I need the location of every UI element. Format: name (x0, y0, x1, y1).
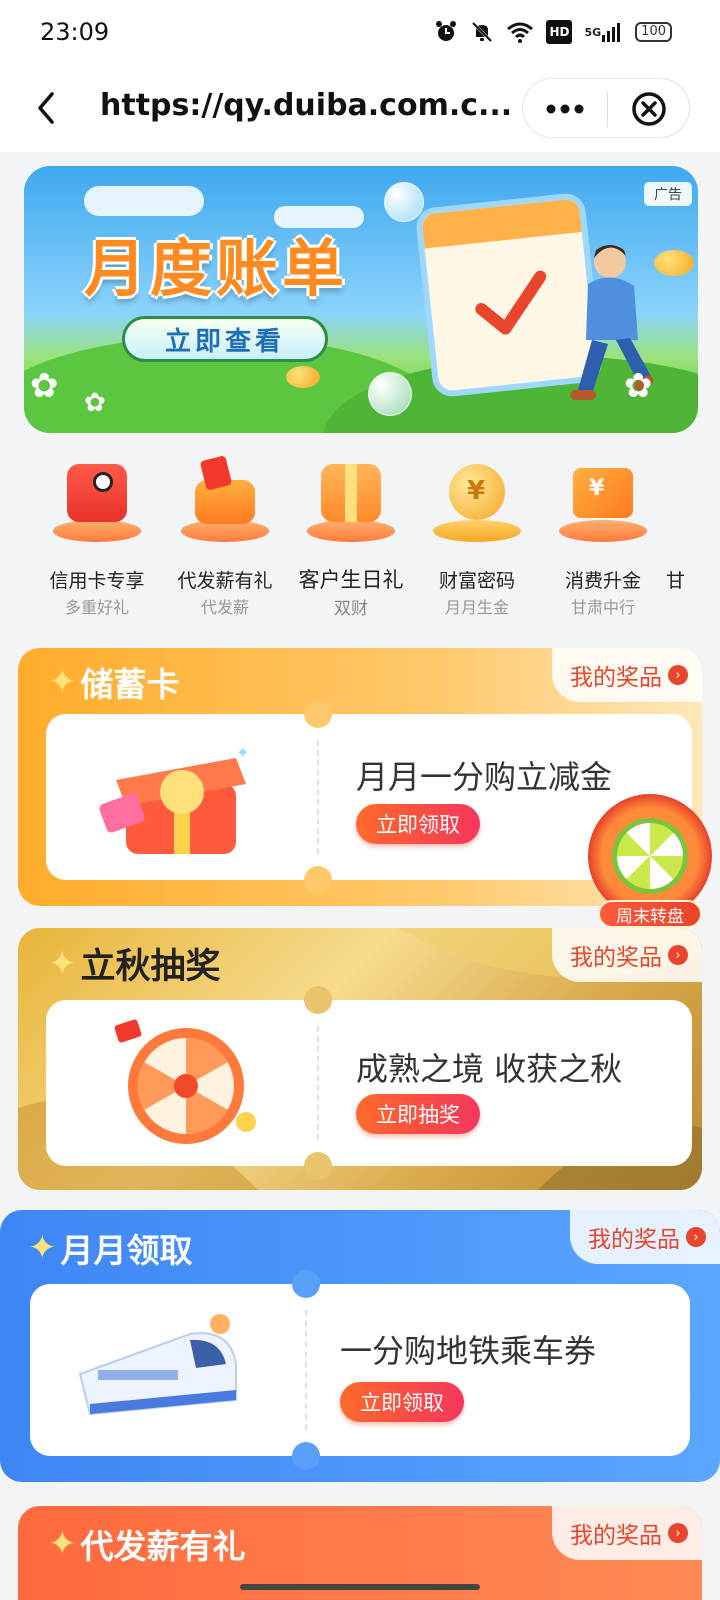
more-button[interactable] (523, 79, 607, 139)
section-title: ✦ 月月领取 (28, 1224, 193, 1272)
category-credit-card[interactable]: 信用卡专享 多重好礼 (34, 452, 160, 620)
chevron-left-icon (38, 92, 54, 124)
metro-ticket[interactable]: 一分购地铁乘车券 立即领取 (30, 1270, 690, 1470)
offer-text: 成熟之境 收获之秋 (356, 1050, 623, 1088)
claim-now-button[interactable]: 立即领取 (340, 1382, 464, 1422)
status-time: 23:09 (40, 18, 110, 46)
view-now-button[interactable]: 立即查看 (122, 316, 328, 362)
flower-decoration: ✿ (30, 366, 59, 406)
ad-badge: 广告 (644, 182, 692, 206)
prize-wheel-illustration (114, 1019, 256, 1144)
chevron-right-icon: › (668, 945, 688, 965)
browser-bar: https://qy.duiba.com.c... (0, 64, 720, 152)
flower-decoration: ✿ (624, 366, 653, 406)
bubble-decoration (384, 182, 424, 222)
weekend-wheel-float[interactable]: 周末转盘 (588, 794, 712, 928)
category-wealth[interactable]: ¥ 财富密码 月月生金 (414, 452, 540, 620)
category-partial[interactable]: 甘 (666, 452, 720, 620)
offer-text: 一分购地铁乘车券 (340, 1332, 597, 1370)
banner-title: 月度账单 (84, 232, 349, 305)
draw-now-button[interactable]: 立即抽奖 (356, 1094, 480, 1134)
sparkle-icon: ✦ (48, 1524, 77, 1564)
category-birthday[interactable]: 客户生日礼 双财 (288, 452, 414, 620)
section-title-text: 立秋抽奖 (80, 947, 221, 987)
my-prizes-label: 我的奖品 (570, 945, 662, 971)
autumn-lottery-section: ✦ 立秋抽奖 我的奖品 › 成熟之境 收获之秋 立即抽奖 (18, 928, 702, 1190)
mini-program-capsule (522, 78, 690, 138)
close-button[interactable] (607, 79, 691, 139)
flower-decoration: ✿ (84, 388, 106, 418)
open-gift-icon (181, 455, 269, 546)
weekend-wheel-label: 周末转盘 (598, 900, 702, 928)
cloud-decoration (84, 186, 204, 216)
section-title: ✦ 代发薪有礼 (48, 1520, 246, 1568)
wifi-icon (506, 20, 534, 44)
birthday-gift-icon (307, 458, 395, 546)
chevron-right-icon: › (686, 1227, 706, 1247)
coin-decoration (654, 250, 694, 276)
my-prizes-label: 我的奖品 (570, 1523, 662, 1549)
network-label: 5G (584, 25, 602, 39)
section-title: ✦ 立秋抽奖 (48, 938, 221, 989)
lottery-ticket[interactable]: 成熟之境 收获之秋 立即抽奖 (46, 986, 692, 1180)
svg-text:✦: ✦ (236, 743, 249, 762)
status-bar: 23:09 HD 5G 100 (0, 0, 720, 64)
chevron-right-icon: › (668, 1523, 688, 1543)
train-illustration (78, 1314, 237, 1416)
monthly-bill-banner[interactable]: 月度账单 立即查看 ✿ ✿ ✿ 广告 (24, 166, 698, 433)
card-coin-icon: ¥ (559, 458, 647, 546)
gold-coin-icon: ¥ (433, 458, 521, 546)
url-text[interactable]: https://qy.duiba.com.c... (100, 88, 512, 123)
category-consumption[interactable]: ¥ 消费升金 甘肃中行 (540, 452, 666, 620)
section-title: ✦ 储蓄卡 (48, 658, 180, 706)
section-title-text: 储蓄卡 (80, 665, 180, 704)
category-label: 消费升金 (564, 570, 641, 592)
my-prizes-link[interactable]: 我的奖品 › (552, 928, 702, 982)
claim-now-button[interactable]: 立即领取 (356, 804, 480, 844)
close-circle-icon (632, 92, 666, 126)
my-prizes-label: 我的奖品 (588, 1227, 680, 1253)
category-sub: 甘肃中行 (570, 598, 635, 617)
section-title-text: 代发薪有礼 (80, 1527, 246, 1566)
alarm-icon (434, 20, 458, 44)
category-label: 代发薪有礼 (177, 570, 273, 592)
more-dots-icon (546, 104, 584, 114)
gift-box-icon (53, 458, 141, 546)
my-prizes-link[interactable]: 我的奖品 › (570, 1210, 720, 1264)
category-sub: 多重好礼 (64, 598, 129, 617)
category-label: 甘 (666, 570, 686, 592)
coin-decoration (286, 366, 320, 388)
my-prizes-link[interactable]: 我的奖品 › (552, 1506, 702, 1560)
category-sub: 双财 (334, 599, 368, 619)
my-prizes-label: 我的奖品 (570, 665, 662, 691)
back-button[interactable] (24, 84, 72, 132)
offer-text: 月月一分购立减金 (356, 758, 613, 796)
hd-icon: HD (546, 20, 573, 44)
battery-icon: 100 (635, 22, 672, 42)
category-row: 信用卡专享 多重好礼 代发薪有礼 代发薪 客户生日礼 双财 ¥ 财富密码 月月生… (34, 452, 720, 620)
gift-box-illustration: ✦ (99, 743, 249, 854)
sparkle-icon: ✦ (48, 662, 77, 702)
home-indicator[interactable] (240, 1584, 480, 1590)
bubble-decoration (368, 372, 412, 416)
category-sub: 代发薪 (200, 598, 249, 617)
sparkle-icon: ✦ (48, 943, 77, 984)
signal-5g-icon: 5G (584, 20, 623, 44)
section-title-text: 月月领取 (60, 1231, 193, 1270)
category-sub: 月月生金 (444, 598, 509, 617)
category-label: 财富密码 (438, 570, 515, 592)
mute-icon (470, 20, 494, 44)
my-prizes-link[interactable]: 我的奖品 › (552, 648, 702, 702)
category-payroll[interactable]: 代发薪有礼 代发薪 (162, 452, 288, 620)
monthly-claim-section: ✦ 月月领取 我的奖品 › 一分购地铁乘车券 立即领取 (0, 1210, 720, 1482)
sparkle-icon: ✦ (28, 1228, 57, 1268)
category-label: 客户生日礼 (298, 568, 404, 592)
chevron-right-icon: › (668, 665, 688, 685)
wheel-icon (612, 818, 688, 894)
status-icons: HD 5G 100 (434, 20, 672, 44)
category-label: 信用卡专享 (49, 570, 145, 592)
